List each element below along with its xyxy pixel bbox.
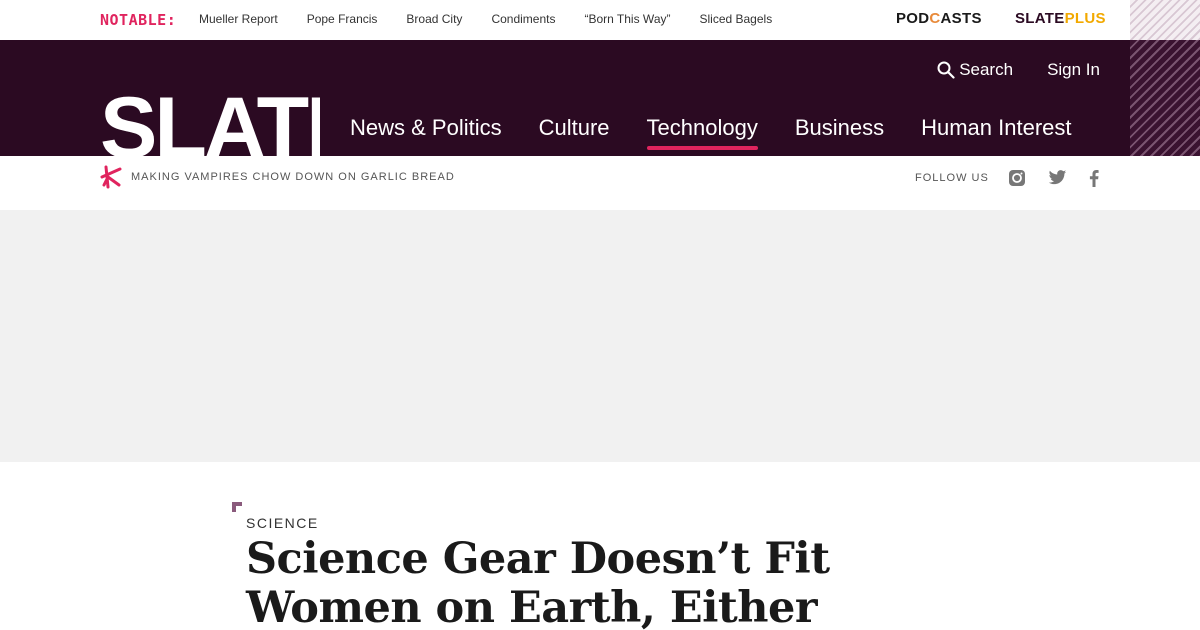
nav-news-politics[interactable]: News & Politics <box>350 115 502 141</box>
tagline: Making vampires chow down on garlic brea… <box>100 165 455 189</box>
sign-in-button[interactable]: Sign In <box>1047 60 1100 80</box>
slate-plus-link[interactable]: SLATEPLUS <box>1015 10 1106 27</box>
notable-topics: Mueller Report Pope Francis Broad City C… <box>199 12 801 26</box>
podcasts-label-start: POD <box>896 10 930 27</box>
twitter-icon <box>1048 170 1067 185</box>
topic-link[interactable]: “Born This Way” <box>584 12 670 26</box>
topic-link[interactable]: Broad City <box>406 12 462 26</box>
main-nav: News & Politics Culture Technology Busin… <box>350 115 1109 150</box>
slate-plus-label-slate: SLATE <box>1015 10 1065 27</box>
notable-label: NOTABLE: <box>100 11 177 29</box>
header-utilities: Search Sign In <box>937 60 1100 80</box>
slate-spark-icon <box>100 165 122 189</box>
article-kicker[interactable]: Science <box>246 515 319 531</box>
topic-link[interactable]: Condiments <box>491 12 555 26</box>
podcasts-label-mic: C <box>929 10 941 27</box>
decorative-stripes-dark <box>1130 40 1200 156</box>
nav-business[interactable]: Business <box>795 115 884 141</box>
slate-logo-text: SLATE <box>100 93 320 156</box>
follow-us: Follow Us <box>915 169 1121 187</box>
slate-plus-label-plus: PLUS <box>1064 10 1106 27</box>
search-icon <box>937 61 955 79</box>
nav-human-interest[interactable]: Human Interest <box>921 115 1071 141</box>
podcasts-label-end: ASTS <box>940 10 982 27</box>
nav-technology[interactable]: Technology <box>646 115 759 150</box>
ad-placeholder <box>0 210 1200 462</box>
instagram-icon <box>1008 170 1025 186</box>
search-button[interactable]: Search <box>937 60 1013 80</box>
podcasts-link[interactable]: PODCASTS <box>896 10 982 27</box>
nav-culture[interactable]: Culture <box>539 115 610 141</box>
facebook-link[interactable] <box>1089 169 1099 187</box>
topic-link[interactable]: Mueller Report <box>199 12 278 26</box>
follow-us-label: Follow Us <box>915 172 989 184</box>
tagline-text: Making vampires chow down on garlic brea… <box>131 171 455 183</box>
topic-link[interactable]: Sliced Bagels <box>699 12 772 26</box>
twitter-link[interactable] <box>1048 170 1067 186</box>
notable-bar: NOTABLE: Mueller Report Pope Francis Bro… <box>0 0 1130 40</box>
kicker-corner-mark <box>232 502 242 512</box>
search-label: Search <box>959 60 1014 79</box>
topic-link[interactable]: Pope Francis <box>307 12 378 26</box>
article-headline: Science Gear Doesn’t Fit Women on Earth,… <box>246 534 830 630</box>
sub-header-bar: Making vampires chow down on garlic brea… <box>0 156 1200 210</box>
slate-logo[interactable]: SLATE <box>100 93 320 156</box>
site-header: SLATE Search Sign In News & Politics Cul… <box>0 40 1130 156</box>
instagram-link[interactable] <box>1008 169 1026 187</box>
facebook-icon <box>1089 169 1099 187</box>
